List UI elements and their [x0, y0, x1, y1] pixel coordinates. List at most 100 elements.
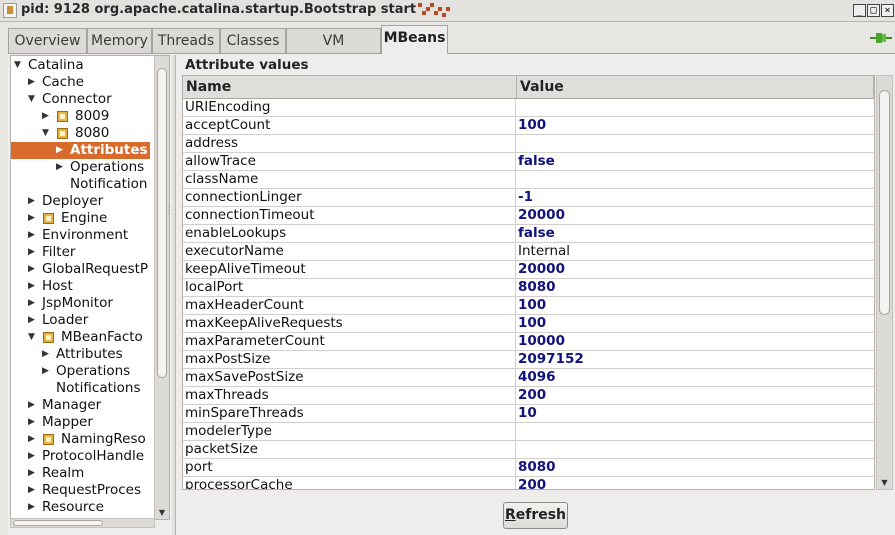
collapsed-arrow-icon[interactable]: ▶: [28, 244, 35, 261]
table-row[interactable]: minSpareThreads 10: [183, 405, 874, 423]
table-row[interactable]: connectionLinger -1: [183, 189, 874, 207]
table-row[interactable]: maxSavePostSize 4096: [183, 369, 874, 387]
scroll-down-arrow-icon[interactable]: ▼: [877, 478, 892, 487]
attribute-name-cell: connectionTimeout: [183, 207, 516, 224]
table-row[interactable]: allowTrace false: [183, 153, 874, 171]
minimize-button[interactable]: _: [853, 4, 866, 17]
tab-vm-summary[interactable]: VM Summary: [286, 28, 381, 73]
collapsed-arrow-icon[interactable]: ▶: [28, 210, 35, 227]
attribute-value-cell[interactable]: [517, 423, 874, 440]
attribute-value-cell[interactable]: [517, 441, 874, 458]
attribute-name-cell: executorName: [183, 243, 516, 260]
table-row[interactable]: address: [183, 135, 874, 153]
tree-scroll-thumb[interactable]: [157, 68, 167, 378]
expanded-arrow-icon[interactable]: ▼: [28, 329, 35, 346]
collapsed-arrow-icon[interactable]: ▶: [42, 346, 49, 363]
collapsed-arrow-icon[interactable]: ▶: [56, 142, 63, 159]
collapsed-arrow-icon[interactable]: ▶: [28, 431, 35, 448]
table-scroll-thumb[interactable]: [879, 90, 890, 315]
table-row[interactable]: className: [183, 171, 874, 189]
table-row[interactable]: packetSize: [183, 441, 874, 459]
collapsed-arrow-icon[interactable]: ▶: [28, 278, 35, 295]
tab-mbeans[interactable]: MBeans: [381, 25, 448, 54]
attribute-value-cell[interactable]: false: [517, 153, 874, 170]
attribute-value-cell[interactable]: [517, 135, 874, 152]
attribute-value-cell[interactable]: 100: [517, 315, 874, 332]
collapsed-arrow-icon[interactable]: ▶: [28, 74, 35, 91]
collapsed-arrow-icon[interactable]: ▶: [28, 312, 35, 329]
attribute-value-cell[interactable]: false: [517, 225, 874, 242]
tab-memory[interactable]: Memory: [87, 28, 152, 53]
attribute-name-cell: maxSavePostSize: [183, 369, 516, 386]
attribute-value-cell[interactable]: [517, 99, 874, 116]
attribute-name-cell: enableLookups: [183, 225, 516, 242]
collapsed-arrow-icon[interactable]: ▶: [42, 108, 49, 125]
collapsed-arrow-icon[interactable]: ▶: [28, 193, 35, 210]
attribute-name-cell: maxHeaderCount: [183, 297, 516, 314]
table-row[interactable]: localPort 8080: [183, 279, 874, 297]
table-row[interactable]: processorCache 200: [183, 477, 874, 489]
attribute-value-cell[interactable]: 20000: [517, 261, 874, 278]
attribute-value-cell[interactable]: 200: [517, 387, 874, 404]
table-row[interactable]: maxKeepAliveRequests 100: [183, 315, 874, 333]
expanded-arrow-icon[interactable]: ▼: [14, 57, 21, 74]
attribute-value-cell[interactable]: 10: [517, 405, 874, 422]
attribute-value-cell[interactable]: [517, 171, 874, 188]
collapsed-arrow-icon[interactable]: ▶: [56, 159, 63, 176]
expanded-arrow-icon[interactable]: ▼: [42, 125, 49, 142]
attribute-value-cell[interactable]: Internal: [517, 243, 874, 260]
close-button[interactable]: ×: [881, 4, 894, 17]
attribute-value-cell[interactable]: 4096: [517, 369, 874, 386]
column-header-value[interactable]: Value: [517, 76, 874, 99]
table-row[interactable]: connectionTimeout 20000: [183, 207, 874, 225]
tree-hscroll-thumb[interactable]: [13, 520, 103, 526]
table-row[interactable]: URIEncoding: [183, 99, 874, 117]
table-row[interactable]: acceptCount 100: [183, 117, 874, 135]
collapsed-arrow-icon[interactable]: ▶: [28, 261, 35, 278]
table-vertical-scrollbar[interactable]: ▼: [876, 75, 893, 490]
refresh-button[interactable]: Refresh: [503, 502, 568, 529]
attribute-value-cell[interactable]: 10000: [517, 333, 874, 350]
table-row[interactable]: enableLookups false: [183, 225, 874, 243]
collapsed-arrow-icon[interactable]: ▶: [28, 499, 35, 516]
attribute-value-cell[interactable]: 8080: [517, 459, 874, 476]
expanded-arrow-icon[interactable]: ▼: [28, 91, 35, 108]
column-header-name[interactable]: Name: [183, 76, 517, 99]
attribute-value-cell[interactable]: 8080: [517, 279, 874, 296]
tab-threads[interactable]: Threads: [152, 28, 220, 53]
collapsed-arrow-icon[interactable]: ▶: [28, 227, 35, 244]
attribute-value-cell[interactable]: 100: [517, 117, 874, 134]
attribute-value-cell[interactable]: 2097152: [517, 351, 874, 368]
table-row[interactable]: modelerType: [183, 423, 874, 441]
attribute-values-title: Attribute values: [185, 57, 309, 73]
attribute-value-cell[interactable]: 20000: [517, 207, 874, 224]
maximize-button[interactable]: □: [867, 4, 880, 17]
collapsed-arrow-icon[interactable]: ▶: [28, 414, 35, 431]
tab-overview[interactable]: Overview: [8, 28, 87, 53]
table-row[interactable]: maxThreads 200: [183, 387, 874, 405]
table-row[interactable]: maxParameterCount 10000: [183, 333, 874, 351]
window-title: pid: 9128 org.apache.catalina.startup.Bo…: [21, 2, 417, 17]
table-row[interactable]: maxHeaderCount 100: [183, 297, 874, 315]
collapsed-arrow-icon[interactable]: ▶: [28, 448, 35, 465]
table-row[interactable]: executorName Internal: [183, 243, 874, 261]
tab-classes[interactable]: Classes: [220, 28, 286, 53]
tree-node-attributes-selected[interactable]: ▶ Attributes: [11, 142, 150, 159]
table-row[interactable]: maxPostSize 2097152: [183, 351, 874, 369]
mbean-tree[interactable]: ▼ Catalina ▶ Cache ▼ Connector ▶ 8009 ▼ 8080 …: [10, 55, 170, 520]
attribute-value-cell[interactable]: -1: [517, 189, 874, 206]
collapsed-arrow-icon[interactable]: ▶: [28, 465, 35, 482]
tree-horizontal-scrollbar[interactable]: [10, 518, 155, 528]
table-row[interactable]: port 8080: [183, 459, 874, 477]
attribute-value-cell[interactable]: 200: [517, 477, 874, 489]
collapsed-arrow-icon[interactable]: ▶: [28, 295, 35, 312]
collapsed-arrow-icon[interactable]: ▶: [28, 482, 35, 499]
attribute-value-cell[interactable]: 100: [517, 297, 874, 314]
table-row[interactable]: keepAliveTimeout 20000: [183, 261, 874, 279]
connection-plug-icon[interactable]: [870, 31, 892, 45]
title-bar: pid: 9128 org.apache.catalina.startup.Bo…: [0, 0, 895, 22]
scroll-down-arrow-icon[interactable]: ▼: [155, 508, 169, 517]
collapsed-arrow-icon[interactable]: ▶: [42, 363, 49, 380]
collapsed-arrow-icon[interactable]: ▶: [28, 397, 35, 414]
tree-vertical-scrollbar[interactable]: ▼: [154, 56, 169, 519]
